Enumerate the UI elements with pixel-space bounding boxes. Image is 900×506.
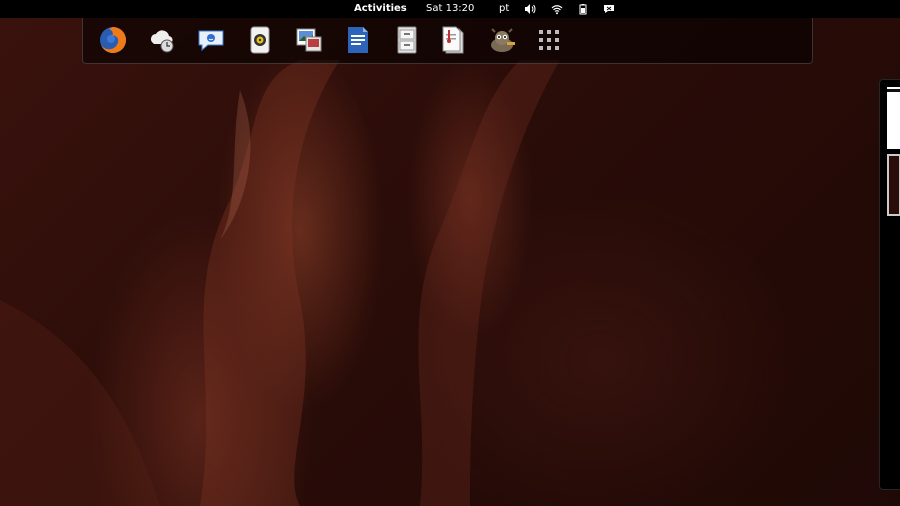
photo-viewer-icon[interactable] [293, 24, 325, 56]
chat-status-icon[interactable] [603, 3, 615, 15]
activities-button[interactable]: Activities [354, 0, 407, 18]
workspace-window-preview [887, 89, 900, 92]
weather-clock-icon[interactable] [146, 24, 178, 56]
gimp-icon[interactable] [486, 24, 518, 56]
workspace-thumbnail-1[interactable] [887, 87, 900, 149]
workspace-thumbnail-2[interactable] [887, 154, 900, 216]
workspace-switcher [879, 79, 900, 490]
wallpaper-canyon [0, 60, 560, 506]
wifi-icon[interactable] [551, 3, 563, 15]
music-player-icon[interactable] [244, 24, 276, 56]
top-bar: Activities Sat 13:20 pt [0, 0, 900, 18]
clock[interactable]: Sat 13:20 [426, 0, 474, 18]
document-viewer-icon[interactable] [438, 24, 470, 56]
chat-bubble-icon[interactable] [195, 24, 227, 56]
volume-icon[interactable] [524, 3, 536, 15]
app-grid-icon[interactable] [533, 24, 565, 56]
battery-icon[interactable] [577, 3, 589, 15]
document-writer-icon[interactable] [342, 24, 374, 56]
file-cabinet-icon[interactable] [391, 24, 423, 56]
dash [82, 18, 813, 64]
keyboard-layout-indicator[interactable]: pt [499, 0, 509, 18]
firefox-icon[interactable] [97, 24, 129, 56]
